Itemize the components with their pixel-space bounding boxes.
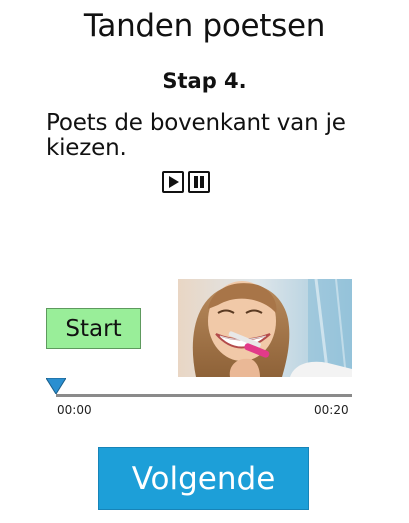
toothbrushing-photo (178, 279, 352, 377)
step-label: Stap 4. (162, 69, 247, 93)
start-button-label: Start (65, 315, 122, 342)
page-title: Tanden poetsen (83, 8, 326, 44)
start-button[interactable]: Start (46, 308, 141, 349)
play-button[interactable] (162, 171, 184, 193)
timeline-marker[interactable] (46, 378, 66, 394)
play-icon (169, 176, 179, 188)
pause-button[interactable] (188, 171, 210, 193)
timeline-end-time: 00:20 (314, 403, 349, 417)
timeline-track[interactable] (56, 394, 352, 397)
timeline-start-time: 00:00 (57, 403, 92, 417)
next-button[interactable]: Volgende (98, 447, 309, 510)
media-controls (162, 171, 210, 193)
pause-icon (194, 176, 204, 188)
next-button-label: Volgende (131, 460, 276, 497)
step-instruction: Poets de bovenkant van je kiezen. (46, 110, 346, 161)
